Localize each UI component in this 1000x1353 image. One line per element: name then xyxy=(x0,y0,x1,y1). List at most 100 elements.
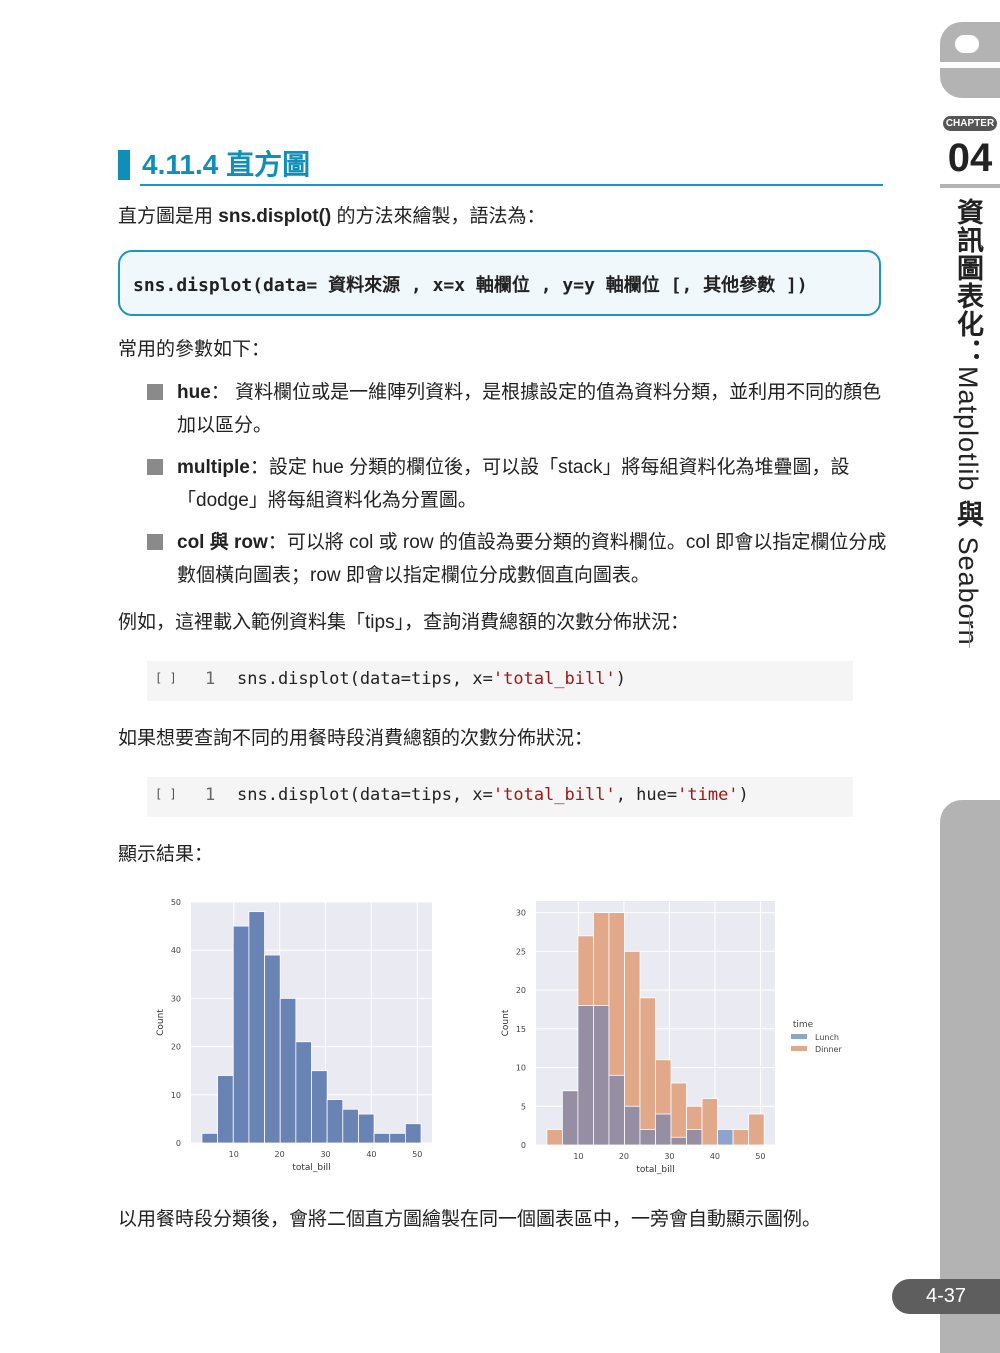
heading-underline xyxy=(140,184,883,186)
sidebar-tab-bottom xyxy=(940,800,1000,1353)
intro-text: 直方圖是用 xyxy=(118,206,219,227)
x-tick-label: 20 xyxy=(619,1152,629,1161)
histogram-bar-overlap xyxy=(593,1005,610,1146)
code-cell-2[interactable]: [ ] 1 sns.displot(data=tips, x='total_bi… xyxy=(147,777,853,817)
param-sep: ： xyxy=(267,532,287,553)
chapter-title-part: 與 xyxy=(953,491,983,537)
run-cell-button[interactable]: [ ] xyxy=(155,787,177,801)
y-tick-label: 10 xyxy=(171,1091,181,1100)
histogram-bar xyxy=(373,1132,391,1144)
histogram-bar-dinner xyxy=(670,1082,687,1146)
x-tick-label: 40 xyxy=(366,1150,376,1159)
histogram-chart-total-bill: 10 20 30 40 50 0 10 20 30 40 50 total_bill Count xyxy=(156,898,432,1173)
code-line: sns.displot(data=tips, x='total_bill', h… xyxy=(237,785,749,805)
intro-method: sns.displot() xyxy=(218,206,332,227)
histogram-bar xyxy=(217,1075,234,1144)
histogram-bar-overlap xyxy=(670,1136,687,1146)
chapter-badge: CHAPTER xyxy=(943,116,997,131)
y-tick-label: 10 xyxy=(516,1064,526,1073)
heading-accent-bar xyxy=(118,150,130,180)
code-line: sns.displot(data=tips, x='total_bill') xyxy=(237,669,626,689)
code-string: 'total_bill' xyxy=(492,669,616,689)
legend-swatch xyxy=(791,1034,807,1039)
histogram-bar-overlap xyxy=(577,1005,594,1146)
code-cell-1[interactable]: [ ] 1 sns.displot(data=tips, x='total_bi… xyxy=(147,661,853,701)
histogram-bar xyxy=(389,1132,406,1144)
x-tick-label: 20 xyxy=(275,1150,285,1159)
histogram-bar-overlap xyxy=(655,1113,672,1146)
y-tick-label: 0 xyxy=(521,1141,526,1150)
param-name: col 與 row xyxy=(177,532,268,553)
y-tick-label: 40 xyxy=(171,946,181,955)
param-sep: ： xyxy=(210,382,236,403)
param-sep: ： xyxy=(249,457,269,478)
params-intro: 常用的參數如下： xyxy=(118,339,271,360)
x-tick-label: 30 xyxy=(320,1150,330,1159)
param-desc: 設定 hue 分類的欄位後，可以設「stack」將每組資料化為堆疊圖，設「dod… xyxy=(177,457,850,511)
bullet-icon xyxy=(147,459,163,475)
histogram-bar-overlap xyxy=(686,1129,703,1146)
chapter-divider xyxy=(940,184,1000,188)
legend-label: Dinner xyxy=(815,1045,842,1054)
histogram-bar-overlap xyxy=(624,1105,641,1146)
chapter-title-part: 資訊圖表化： xyxy=(953,198,983,366)
line-number: 1 xyxy=(205,785,216,805)
example1-text: 例如，這裡載入範例資料集「tips」，查詢消費總額的次數分佈狀況： xyxy=(118,612,690,633)
run-cell-button[interactable]: [ ] xyxy=(155,671,177,685)
bullet-icon xyxy=(147,384,163,400)
histogram-bar-dinner xyxy=(748,1113,765,1146)
histogram-bar xyxy=(326,1099,344,1144)
y-axis-label: Count xyxy=(156,1009,166,1036)
code-token: sns.displot(data=tips, x= xyxy=(237,669,493,689)
y-tick-label: 30 xyxy=(171,994,181,1003)
section-title: 4.11.4 直方圖 xyxy=(142,149,311,180)
x-tick-label: 50 xyxy=(755,1152,765,1161)
y-axis-label: Count xyxy=(501,1009,511,1036)
param-item: col 與 row：可以將 col 或 row 的值設為要分類的資料欄位。col… xyxy=(177,526,887,592)
param-name: multiple xyxy=(177,457,250,478)
x-axis-label: total_bill xyxy=(636,1165,674,1175)
example2-text: 如果想要查詢不同的用餐時段消費總額的次數分佈狀況： xyxy=(118,728,594,749)
code-string: 'total_bill' xyxy=(492,785,616,805)
histogram-bar-overlap xyxy=(639,1129,656,1146)
histogram-bar-overlap xyxy=(608,1074,625,1146)
x-tick-label: 10 xyxy=(229,1150,239,1159)
x-tick-label: 30 xyxy=(664,1152,674,1161)
line-number: 1 xyxy=(205,669,216,689)
x-tick-label: 40 xyxy=(710,1152,720,1161)
syntax-text: sns.displot(data= 資料來源 , x=x 軸欄位 , y=y 軸… xyxy=(133,275,808,296)
x-axis-label: total_bill xyxy=(292,1163,330,1173)
code-token: ) xyxy=(615,669,626,689)
code-token: sns.displot(data=tips, x= xyxy=(237,785,493,805)
histogram-bar-dinner xyxy=(732,1129,750,1146)
y-tick-label: 50 xyxy=(171,898,181,907)
y-tick-label: 20 xyxy=(171,1043,181,1052)
code-token: ) xyxy=(738,785,749,805)
param-name: hue xyxy=(177,382,211,403)
code-token: , hue= xyxy=(615,785,678,805)
histogram-chart-by-time: 10 20 30 40 50 0 5 10 15 20 25 30 total_bill Count tim… xyxy=(501,901,842,1175)
y-tick-label: 20 xyxy=(516,986,526,995)
histogram-bar xyxy=(232,925,250,1144)
syntax-box: sns.displot(data= 資料來源 , x=x 軸欄位 , y=y 軸… xyxy=(118,250,881,316)
histogram-bar xyxy=(279,998,297,1144)
page-number: 4-37 xyxy=(892,1279,1000,1314)
chapter-title-part: Matplotlib xyxy=(953,366,983,492)
legend-swatch xyxy=(791,1046,807,1051)
intro-text: 的方法來繪製，語法為： xyxy=(331,206,546,227)
x-tick-label: 50 xyxy=(412,1150,422,1159)
sidebar-decor-shape xyxy=(940,22,1000,98)
chapter-vertical-rule xyxy=(969,612,970,648)
histogram-bar-dinner xyxy=(701,1098,718,1146)
legend-title: time xyxy=(793,1020,814,1030)
histogram-bar-dinner xyxy=(639,997,656,1146)
result-label: 顯示結果： xyxy=(118,844,214,865)
histogram-bar xyxy=(358,1113,375,1144)
histogram-bar xyxy=(264,954,281,1144)
legend-label: Lunch xyxy=(815,1033,839,1042)
histogram-bar xyxy=(404,1123,422,1144)
chapter-number: 04 xyxy=(947,136,993,180)
y-tick-label: 0 xyxy=(176,1139,181,1148)
y-tick-label: 25 xyxy=(516,947,526,956)
conclusion-text: 以用餐時段分類後，會將二個直方圖繪製在同一個圖表區中，一旁會自動顯示圖例。 xyxy=(118,1209,822,1230)
